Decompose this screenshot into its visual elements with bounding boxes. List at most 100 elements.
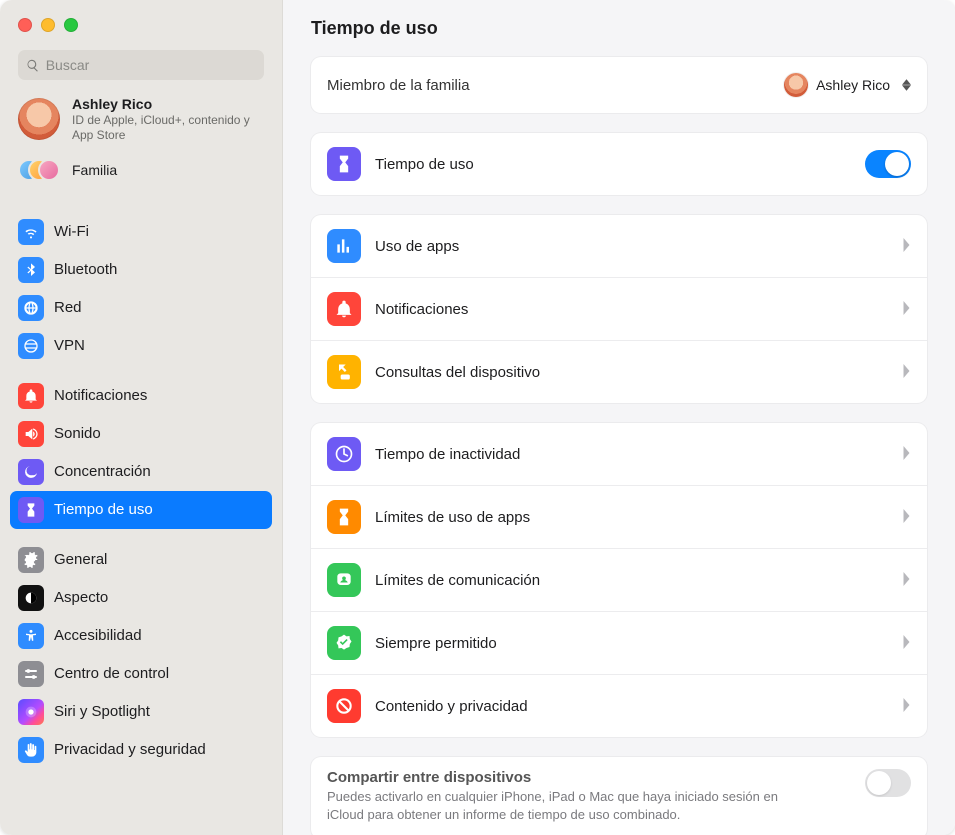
sidebar-item-control-center[interactable]: Centro de control	[10, 655, 272, 693]
sidebar-item-label: VPN	[54, 337, 85, 354]
sidebar-item-family[interactable]: Familia	[0, 149, 282, 195]
sidebar-item-bluetooth[interactable]: Bluetooth	[10, 251, 272, 289]
sidebar-item-privacy-security[interactable]: Privacidad y seguridad	[10, 731, 272, 769]
search-icon	[26, 58, 40, 73]
chevron-right-icon	[902, 301, 911, 318]
chevron-right-icon	[902, 446, 911, 463]
moon-icon	[18, 459, 44, 485]
family-label: Familia	[72, 162, 117, 178]
row-label: Límites de uso de apps	[375, 509, 902, 526]
share-across-devices-toggle[interactable]	[865, 769, 911, 797]
row-label: Notificaciones	[375, 301, 902, 318]
account-subtitle: ID de Apple, iCloud+, contenido y App St…	[72, 113, 264, 143]
speaker-icon	[18, 421, 44, 447]
page-title: Tiempo de uso	[311, 18, 927, 39]
wifi-icon	[18, 219, 44, 245]
sidebar-item-sound[interactable]: Sonido	[10, 415, 272, 453]
sidebar-item-accessibility[interactable]: Accesibilidad	[10, 617, 272, 655]
row-notifications[interactable]: Notificaciones	[311, 277, 927, 340]
row-label: Consultas del dispositivo	[375, 364, 902, 381]
share-subtitle: Puedes activarlo en cualquier iPhone, iP…	[327, 788, 807, 823]
screen-time-toggle[interactable]	[865, 150, 911, 178]
search-input[interactable]	[46, 57, 256, 73]
share-title: Compartir entre dispositivos	[327, 769, 865, 786]
family-member-avatar-icon	[784, 73, 808, 97]
row-label: Límites de comunicación	[375, 572, 902, 589]
row-pickups[interactable]: Consultas del dispositivo	[311, 340, 927, 403]
person-bubble-icon	[327, 563, 361, 597]
row-app-limits[interactable]: Límites de uso de apps	[311, 485, 927, 548]
chevron-right-icon	[902, 509, 911, 526]
chevron-right-icon	[902, 698, 911, 715]
sidebar-item-label: Aspecto	[54, 589, 108, 606]
screen-time-toggle-row: Tiempo de uso	[311, 133, 927, 195]
sidebar-item-label: Wi-Fi	[54, 223, 89, 240]
chevron-right-icon	[902, 238, 911, 255]
sidebar-item-notifications[interactable]: Notificaciones	[10, 377, 272, 415]
row-app-usage[interactable]: Uso de apps	[311, 215, 927, 277]
row-label: Uso de apps	[375, 238, 902, 255]
chevron-right-icon	[902, 364, 911, 381]
sidebar-item-label: General	[54, 551, 107, 568]
row-content-privacy[interactable]: Contenido y privacidad	[311, 674, 927, 737]
search-field[interactable]	[18, 50, 264, 80]
hand-privacy-icon	[18, 737, 44, 763]
sidebar-item-label: Red	[54, 299, 82, 316]
bar-chart-icon	[327, 229, 361, 263]
family-member-value: Ashley Rico	[816, 77, 890, 93]
globe-icon	[18, 295, 44, 321]
accessibility-icon	[18, 623, 44, 649]
screen-time-toggle-label: Tiempo de uso	[375, 156, 865, 173]
hourglass-icon	[327, 500, 361, 534]
sidebar: Ashley Rico ID de Apple, iCloud+, conten…	[0, 0, 283, 835]
sidebar-item-appearance[interactable]: Aspecto	[10, 579, 272, 617]
row-share-across-devices: Compartir entre dispositivos Puedes acti…	[311, 757, 927, 835]
minimize-window-button[interactable]	[41, 18, 55, 32]
checkmark-badge-icon	[327, 626, 361, 660]
family-avatars-icon	[18, 155, 60, 185]
hourglass-icon	[18, 497, 44, 523]
account-avatar-icon	[18, 98, 60, 140]
sliders-icon	[18, 661, 44, 687]
sidebar-item-label: Concentración	[54, 463, 151, 480]
row-downtime[interactable]: Tiempo de inactividad	[311, 423, 927, 485]
hourglass-icon	[327, 147, 361, 181]
sidebar-item-label: Privacidad y seguridad	[54, 741, 206, 758]
row-communication-limits[interactable]: Límites de comunicación	[311, 548, 927, 611]
sidebar-item-siri-spotlight[interactable]: Siri y Spotlight	[10, 693, 272, 731]
close-window-button[interactable]	[18, 18, 32, 32]
sidebar-item-label: Tiempo de uso	[54, 501, 153, 518]
sidebar-item-label: Centro de control	[54, 665, 169, 682]
bluetooth-icon	[18, 257, 44, 283]
clock-icon	[327, 437, 361, 471]
window-controls	[0, 0, 282, 50]
sidebar-item-general[interactable]: General	[10, 541, 272, 579]
siri-icon	[18, 699, 44, 725]
sidebar-item-vpn[interactable]: VPN	[10, 327, 272, 365]
no-symbol-icon	[327, 689, 361, 723]
row-always-allowed[interactable]: Siempre permitido	[311, 611, 927, 674]
bell-icon	[18, 383, 44, 409]
apple-id-account-row[interactable]: Ashley Rico ID de Apple, iCloud+, conten…	[0, 88, 282, 149]
gear-icon	[18, 547, 44, 573]
sidebar-item-wifi[interactable]: Wi-Fi	[10, 213, 272, 251]
sidebar-item-label: Accesibilidad	[54, 627, 142, 644]
row-label: Tiempo de inactividad	[375, 446, 902, 463]
pickups-icon	[327, 355, 361, 389]
family-member-selector[interactable]: Miembro de la familia Ashley Rico	[311, 57, 927, 113]
sidebar-item-label: Sonido	[54, 425, 101, 442]
sidebar-item-network[interactable]: Red	[10, 289, 272, 327]
chevron-right-icon	[902, 572, 911, 589]
row-label: Siempre permitido	[375, 635, 902, 652]
row-label: Contenido y privacidad	[375, 698, 902, 715]
zoom-window-button[interactable]	[64, 18, 78, 32]
content-pane: Tiempo de uso Miembro de la familia Ashl…	[283, 0, 955, 835]
vpn-globe-icon	[18, 333, 44, 359]
sidebar-item-focus[interactable]: Concentración	[10, 453, 272, 491]
sidebar-item-screen-time[interactable]: Tiempo de uso	[10, 491, 272, 529]
bell-icon	[327, 292, 361, 326]
sidebar-item-label: Notificaciones	[54, 387, 147, 404]
sidebar-item-label: Siri y Spotlight	[54, 703, 150, 720]
appearance-icon	[18, 585, 44, 611]
family-member-label: Miembro de la familia	[327, 77, 784, 94]
